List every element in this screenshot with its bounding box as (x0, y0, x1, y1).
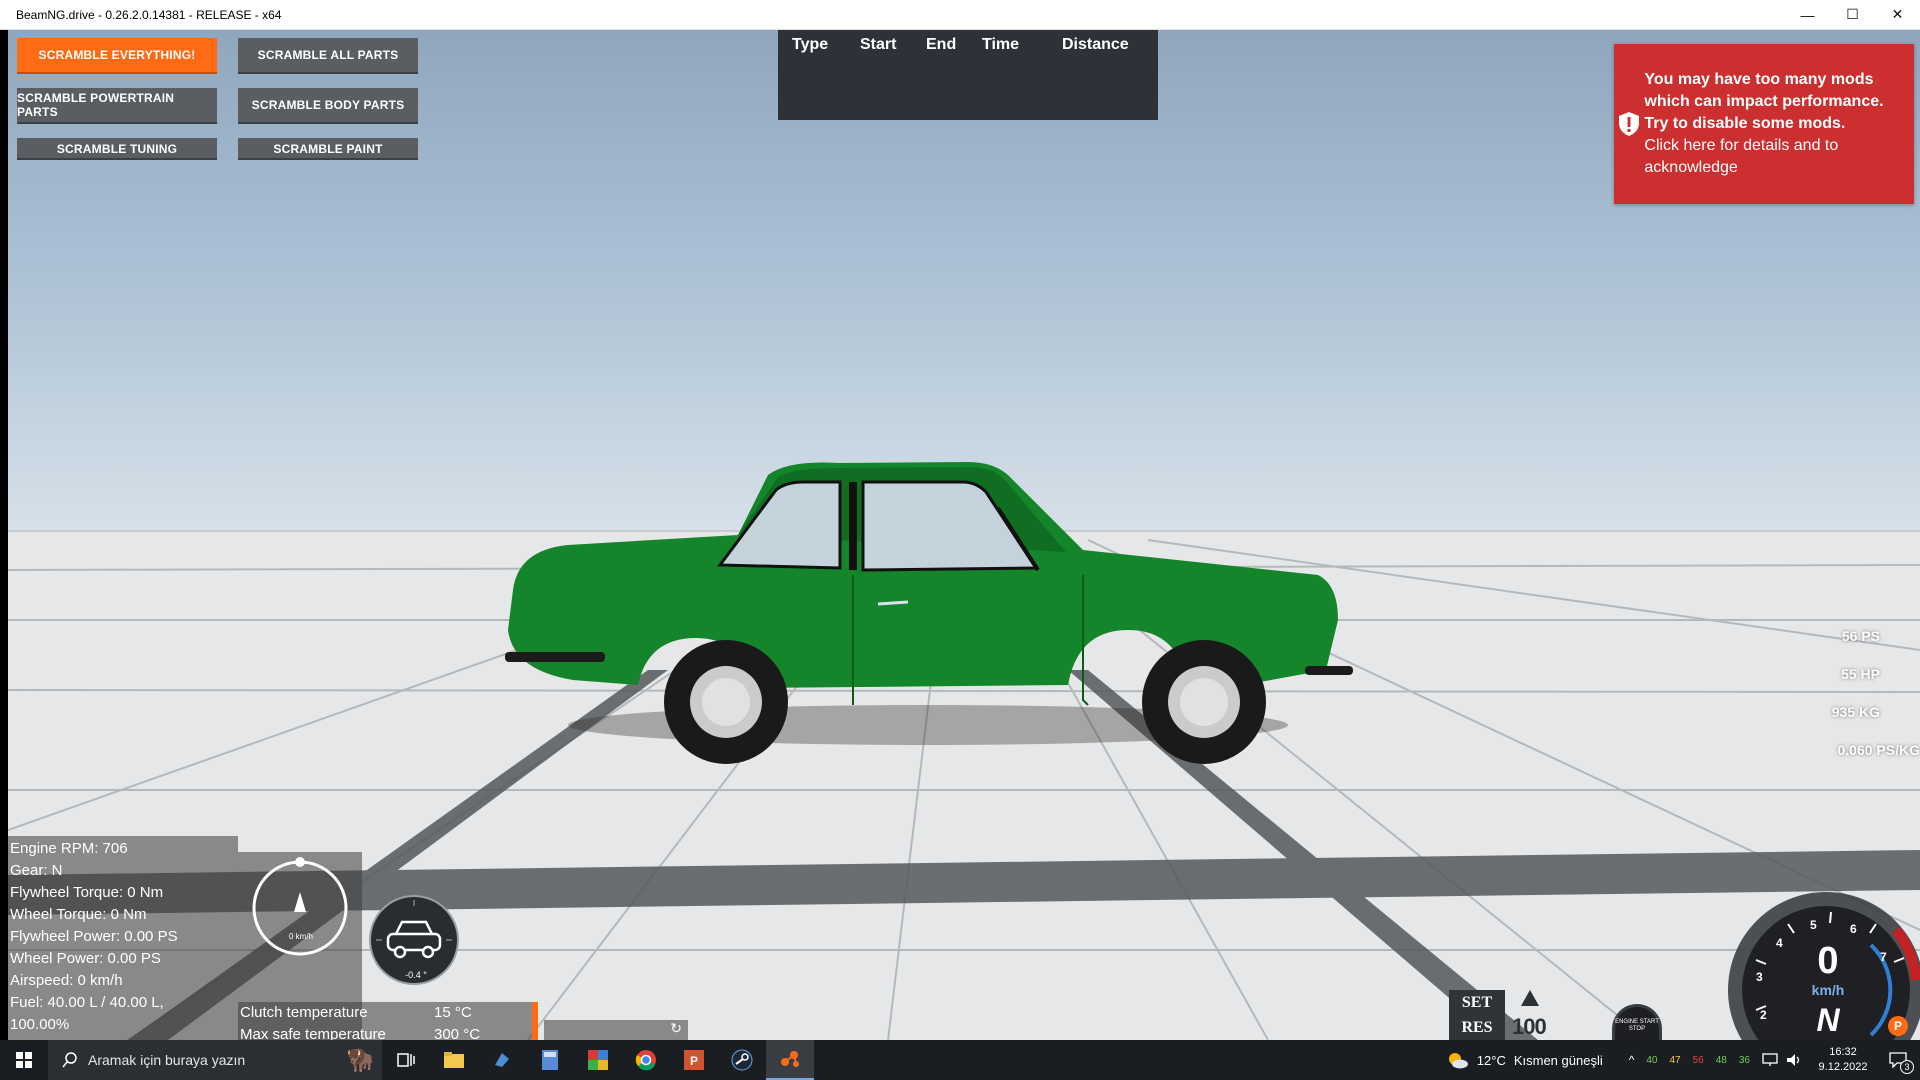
cruise-res-button[interactable]: RES (1449, 1015, 1505, 1040)
taskbar-search[interactable]: Aramak için buraya yazın 🦬 (48, 1040, 382, 1080)
debug-line: Airspeed: 0 km/h (10, 972, 123, 989)
svg-text:P: P (690, 1054, 698, 1068)
clutch-temperature-panel: Clutch temperature 15 °C Max safe temper… (238, 1002, 538, 1043)
clock-date: 9.12.2022 (1818, 1061, 1868, 1073)
stat-weight: 935 KG (1831, 704, 1880, 720)
tach-label: 7 (1880, 950, 1887, 964)
system-tray: 12°C Kısmen güneşli ^ 40 47 56 48 36 16:… (1447, 1040, 1920, 1080)
debug-line: Flywheel Torque: 0 Nm (10, 884, 164, 901)
scramble-tuning-button[interactable]: SCRAMBLE TUNING (17, 138, 217, 160)
beamng-icon[interactable] (766, 1040, 814, 1080)
partly-sunny-icon (1448, 1053, 1468, 1069)
tach-label: 5 (1810, 918, 1817, 932)
windows-start-button[interactable] (0, 1040, 48, 1080)
file-explorer-icon[interactable] (430, 1040, 478, 1080)
clock[interactable]: 16:32 9.12.2022 (1810, 1045, 1876, 1075)
search-placeholder: Aramak için buraya yazın (88, 1052, 246, 1068)
col-time: Time (982, 36, 1020, 53)
tray-number: 56 (1692, 1054, 1704, 1066)
stat-ps: 56 PS (1841, 628, 1880, 644)
window-title: BeamNG.drive - 0.26.2.0.14381 - RELEASE … (16, 7, 282, 22)
calculator-icon[interactable] (526, 1040, 574, 1080)
steam-icon[interactable] (718, 1040, 766, 1080)
window-titlebar: BeamNG.drive - 0.26.2.0.14381 - RELEASE … (0, 0, 1920, 30)
inclinometer-value: -0.4 ° (405, 970, 427, 980)
mods-warning-toast[interactable]: You may have too many mods which can imp… (1614, 44, 1914, 204)
clutch-temp-label: Clutch temperature (240, 1004, 368, 1021)
reset-panel: ↻ (544, 1020, 688, 1040)
maximize-button[interactable]: ☐ (1830, 0, 1875, 30)
lap-timer-table: Type Start End Time Distance (778, 30, 1158, 120)
notification-count: 3 (1900, 1060, 1914, 1074)
weather-temp: 12°C (1476, 1052, 1506, 1068)
scramble-body-button[interactable]: SCRAMBLE BODY PARTS (238, 88, 418, 124)
weather-widget[interactable]: 12°C Kısmen güneşli (1447, 1051, 1603, 1069)
stat-power-weight: 0.060 PS/KG (1837, 742, 1920, 758)
cruise-speed: 100 (1512, 1014, 1547, 1039)
tray-number: 48 (1715, 1054, 1727, 1066)
winrar-icon[interactable] (574, 1040, 622, 1080)
bison-icon: 🦬 (346, 1047, 374, 1072)
tray-number: 40 (1646, 1054, 1658, 1066)
debug-line: 100.00% (10, 1016, 70, 1033)
tray-number: 47 (1669, 1054, 1681, 1066)
cruise-up-icon[interactable] (1520, 988, 1540, 1008)
scramble-paint-button[interactable]: SCRAMBLE PAINT (238, 138, 418, 160)
speed-value: 0 (1817, 940, 1839, 982)
debug-panel: Engine RPM: 706 Gear: N Flywheel Torque:… (8, 836, 238, 1040)
warning-link[interactable]: Click here for details and to acknowledg… (1644, 137, 1838, 176)
tray-number: 36 (1738, 1054, 1750, 1066)
col-end: End (926, 36, 957, 53)
tach-label: 6 (1850, 922, 1857, 936)
scramble-all-parts-button[interactable]: SCRAMBLE ALL PARTS (238, 38, 418, 74)
warning-title: You may have too many mods which can imp… (1644, 71, 1884, 132)
debug-line: Gear: N (10, 862, 63, 879)
edge-browser-icon[interactable] (478, 1040, 526, 1080)
clock-time: 16:32 (1829, 1046, 1857, 1058)
volume-icon[interactable] (1786, 1053, 1802, 1067)
debug-line: Fuel: 40.00 L / 40.00 L, (10, 994, 164, 1011)
powerpoint-icon[interactable]: P (670, 1040, 718, 1080)
tach-label: 3 (1756, 970, 1763, 984)
col-type: Type (792, 36, 829, 53)
scramble-powertrain-button[interactable]: SCRAMBLE POWERTRAIN PARTS (17, 88, 217, 124)
tach-label: 4 (1776, 936, 1783, 950)
debug-line: Engine RPM: 706 (10, 840, 128, 857)
debug-line: Flywheel Power: 0.00 PS (10, 928, 178, 945)
stat-hp: 55 HP (1841, 666, 1880, 682)
scramble-everything-button[interactable]: SCRAMBLE EVERYTHING! (17, 38, 217, 74)
clutch-temp-value: 15 °C (434, 1004, 472, 1021)
close-button[interactable]: ✕ (1875, 0, 1920, 30)
shield-exclamation-icon (1614, 111, 1644, 137)
parking-brake-icon: P (1888, 1016, 1908, 1036)
weather-desc: Kısmen güneşli (1513, 1052, 1603, 1068)
notification-center-button[interactable]: 3 (1876, 1040, 1920, 1080)
speed-unit: km/h (1811, 982, 1845, 998)
search-icon (62, 1052, 77, 1068)
cruise-set-button[interactable]: SET (1449, 990, 1505, 1015)
compass-arrow-icon (294, 892, 306, 912)
minimize-button[interactable]: — (1785, 0, 1830, 30)
compass-gauge (252, 857, 348, 956)
chrome-icon[interactable] (622, 1040, 670, 1080)
network-icon[interactable] (1762, 1053, 1778, 1067)
col-distance: Distance (1062, 36, 1129, 53)
tach-label: 2 (1760, 1008, 1767, 1022)
windows-taskbar: Aramak için buraya yazın 🦬 P 12°C Kısmen… (0, 1040, 1920, 1080)
debug-line: Wheel Power: 0.00 PS (10, 950, 161, 967)
col-start: Start (860, 36, 897, 53)
compass-speed: 0 km/h (288, 932, 313, 941)
refresh-icon[interactable]: ↻ (670, 1020, 682, 1037)
cruise-control: SET RES (1449, 990, 1505, 1040)
debug-line: Wheel Torque: 0 Nm (10, 906, 147, 923)
task-view-icon[interactable] (382, 1040, 430, 1080)
gear-indicator: N (1816, 1002, 1840, 1038)
windows-logo-icon (16, 1052, 32, 1068)
chevron-up-icon[interactable]: ^ (1629, 1053, 1635, 1067)
